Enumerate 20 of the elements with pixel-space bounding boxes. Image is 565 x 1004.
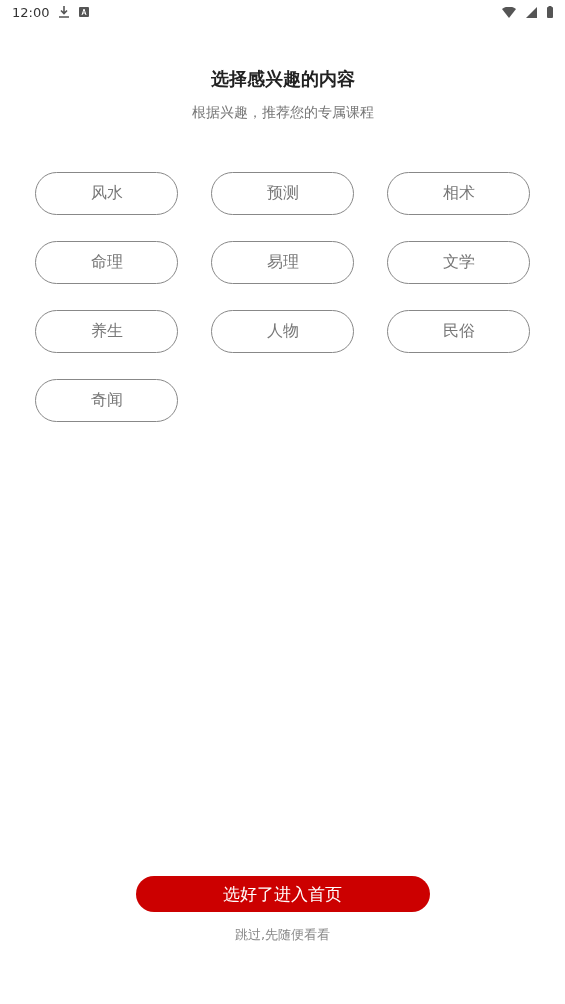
skip-link[interactable]: 跳过,先随便看看 (234, 926, 331, 944)
app-notification-icon (79, 7, 90, 17)
interest-tag[interactable]: 奇闻 (35, 379, 178, 422)
page-subtitle: 根据兴趣，推荐您的专属课程 (190, 103, 375, 122)
interest-tag[interactable]: 风水 (35, 172, 178, 215)
interest-tag[interactable]: 相术 (387, 172, 530, 215)
download-icon (59, 6, 70, 18)
status-time: 12:00 (12, 4, 50, 20)
page-title: 选择感兴趣的内容 (209, 68, 356, 90)
interest-tag[interactable]: 民俗 (387, 310, 530, 353)
battery-icon (547, 6, 553, 18)
interest-tag[interactable]: 命理 (35, 241, 178, 284)
confirm-button[interactable]: 选好了进入首页 (135, 876, 430, 912)
wifi-icon (502, 6, 516, 18)
interest-tag[interactable]: 文学 (387, 241, 530, 284)
interest-tag[interactable]: 预测 (211, 172, 354, 215)
interest-tag[interactable]: 易理 (211, 241, 354, 284)
interest-tag[interactable]: 人物 (211, 310, 354, 353)
signal-icon (526, 6, 537, 18)
interest-tag[interactable]: 养生 (35, 310, 178, 353)
